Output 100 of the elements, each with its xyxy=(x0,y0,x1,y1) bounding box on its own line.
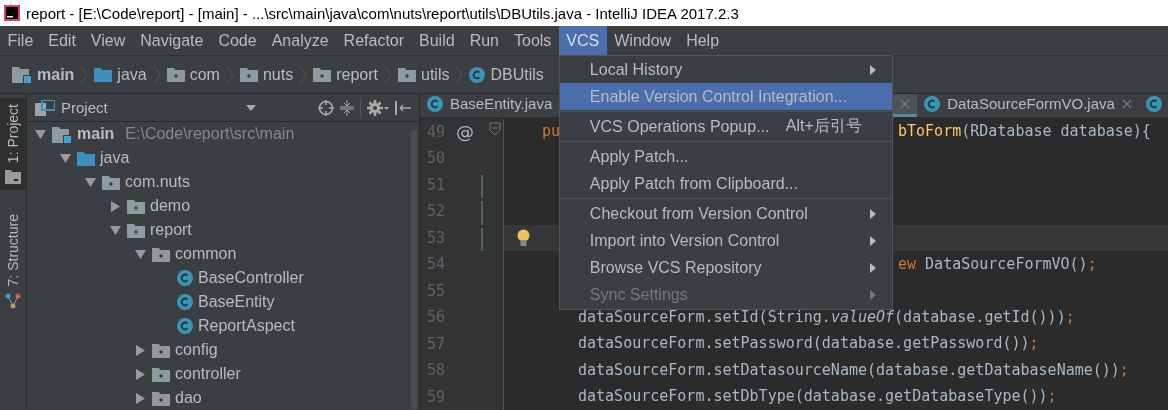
package-icon xyxy=(166,67,185,82)
code-line: bToForm(RDatabase database){ xyxy=(898,124,1151,139)
structure-icon xyxy=(5,292,21,309)
class-icon xyxy=(469,66,486,83)
class-icon xyxy=(1145,95,1162,112)
module-icon xyxy=(52,125,72,143)
menu-item[interactable]: VCS xyxy=(558,26,607,55)
gear-icon[interactable] xyxy=(367,99,389,116)
menu-entry[interactable]: VCS Operations Popup... Alt+后引号 xyxy=(559,113,892,140)
menu-item[interactable]: Edit xyxy=(40,26,84,55)
class-icon xyxy=(427,95,443,112)
menu-item[interactable]: Build xyxy=(411,26,463,55)
expanded-arrow-icon[interactable] xyxy=(34,128,46,140)
package-icon xyxy=(152,366,170,382)
code-line: pu xyxy=(542,124,561,140)
package-icon xyxy=(152,246,170,262)
breadcrumb-item[interactable]: com xyxy=(189,65,220,84)
menu-entry[interactable]: Apply Patch... xyxy=(559,143,892,170)
menu-entry[interactable]: Local History xyxy=(559,56,892,83)
tree-item[interactable]: com.nuts xyxy=(125,173,190,191)
change-marker[interactable] xyxy=(481,174,483,201)
tree-item[interactable]: BaseEntity xyxy=(198,293,275,311)
menu-item[interactable]: Help xyxy=(678,26,727,55)
change-marker[interactable] xyxy=(481,227,483,254)
tree-item[interactable]: common xyxy=(175,245,237,263)
editor-tab[interactable]: DataSourceFormVO.java xyxy=(917,94,1139,117)
expanded-arrow-icon[interactable] xyxy=(84,176,96,188)
submenu-arrow-icon xyxy=(869,235,876,246)
close-icon[interactable] xyxy=(1121,98,1132,109)
hide-icon[interactable] xyxy=(395,99,411,116)
code-line: dataSourceForm.setId(String.valueOf(database.getId())); xyxy=(577,309,1075,325)
submenu-arrow-icon xyxy=(869,262,876,273)
class-icon xyxy=(177,294,193,310)
menu-item[interactable]: Code xyxy=(210,26,265,55)
gutter-marker[interactable]: @ xyxy=(456,121,474,143)
menu-item[interactable]: Analyze xyxy=(264,26,337,55)
tree-item[interactable]: demo xyxy=(150,197,191,215)
menu-entry[interactable]: Apply Patch from Clipboard... xyxy=(559,170,892,197)
menu-item[interactable]: File xyxy=(0,26,41,55)
breadcrumb-item[interactable]: nuts xyxy=(262,65,294,84)
dropdown-caret-icon[interactable] xyxy=(246,104,256,111)
breadcrumb-item[interactable]: report xyxy=(336,65,378,84)
submenu-arrow-icon xyxy=(869,64,876,75)
folder-icon xyxy=(77,150,95,166)
package-icon xyxy=(127,222,145,238)
menu-item[interactable]: Run xyxy=(462,26,507,55)
module-icon xyxy=(12,66,32,83)
menu-item[interactable]: Navigate xyxy=(132,26,211,55)
app-icon xyxy=(4,5,20,21)
tree-item[interactable]: main xyxy=(77,125,115,143)
menu-item[interactable]: Window xyxy=(606,26,679,55)
package-icon xyxy=(239,67,258,82)
locate-icon[interactable] xyxy=(318,99,334,116)
package-icon xyxy=(398,67,416,82)
change-marker[interactable] xyxy=(481,201,483,228)
code-line: dataSourceForm.setDbType(database.getDatabaseType()); xyxy=(577,389,1057,405)
code-line: dataSourceForm.setDatasourceName(database.getDatabaseName()); xyxy=(577,362,1129,378)
breadcrumb-item[interactable]: utils xyxy=(421,65,450,84)
window-title: report - [E:\Code\report] - [main] - ...\src\main\java\com\nuts\report\utils\DBUtils.java - IntelliJ IDEA 2017.2.3 xyxy=(26,4,739,22)
menu-item[interactable]: View xyxy=(83,26,133,55)
collapsed-arrow-icon[interactable] xyxy=(134,368,146,380)
package-icon xyxy=(127,198,145,214)
tree-item[interactable]: report xyxy=(150,221,192,239)
fold-icon[interactable] xyxy=(489,121,501,136)
code-line: ew DataSourceFormVO(); xyxy=(898,256,1097,272)
panel-title[interactable]: Project xyxy=(61,99,240,116)
menu-entry[interactable]: Import into Version Control xyxy=(559,227,892,254)
tree-item[interactable]: config xyxy=(175,341,218,359)
project-view-icon xyxy=(35,99,55,116)
tree-item[interactable]: controller xyxy=(175,365,241,383)
expanded-arrow-icon[interactable] xyxy=(59,152,71,164)
tree-item[interactable]: ReportAspect xyxy=(198,317,295,335)
tree-item[interactable]: java xyxy=(100,149,130,167)
lightbulb-icon[interactable] xyxy=(516,228,530,247)
breadcrumb-item[interactable]: java xyxy=(117,65,147,84)
expanded-arrow-icon[interactable] xyxy=(109,224,121,236)
class-icon xyxy=(177,270,193,286)
menu-entry[interactable]: Browse VCS Repository xyxy=(559,254,892,281)
collapsed-arrow-icon[interactable] xyxy=(134,344,146,356)
code-line: dataSourceForm.setPassword(database.getPassword()); xyxy=(577,336,1039,352)
breadcrumb-item[interactable]: main xyxy=(37,65,75,84)
menu-item[interactable]: Tools xyxy=(506,26,559,55)
tool-window-tab[interactable]: 1: Project xyxy=(0,98,26,191)
editor-tab[interactable]: BaseEntity.java xyxy=(420,94,560,117)
tool-window-tab[interactable]: 7: Structure xyxy=(0,208,26,315)
collapse-all-icon[interactable] xyxy=(340,99,354,116)
tree-item[interactable]: BaseController xyxy=(198,269,304,287)
submenu-arrow-icon xyxy=(869,208,876,219)
menu-item[interactable]: Refactor xyxy=(336,26,412,55)
menu-entry[interactable]: Checkout from Version Control xyxy=(559,200,892,227)
collapsed-arrow-icon[interactable] xyxy=(109,200,121,212)
package-icon xyxy=(152,390,170,406)
collapsed-arrow-icon[interactable] xyxy=(134,392,146,404)
tree-item[interactable]: dao xyxy=(175,389,202,407)
breadcrumb-item[interactable]: DBUtils xyxy=(490,65,544,84)
expanded-arrow-icon[interactable] xyxy=(134,248,146,260)
folder-icon xyxy=(5,169,21,185)
class-icon xyxy=(924,95,941,112)
folder-icon xyxy=(94,67,113,82)
class-icon xyxy=(177,318,193,334)
